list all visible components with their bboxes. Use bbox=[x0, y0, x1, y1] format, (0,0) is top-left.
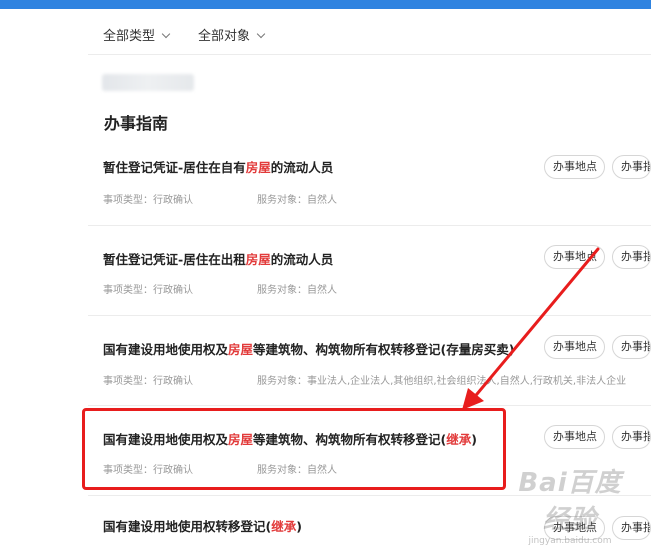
type-value: 行政确认 bbox=[153, 285, 193, 296]
location-button[interactable]: 办事地点 bbox=[544, 335, 605, 359]
target-label: 服务对象： bbox=[257, 195, 307, 206]
item-type: 事项类型：行政确认 bbox=[103, 372, 193, 387]
title-text: 国有建设用地使用权转移登记( bbox=[103, 519, 272, 534]
chevron-down-icon bbox=[161, 29, 171, 39]
target-value: 事业法人,企业法人,其他组织,社会组织法人,自然人,行政机关,非法人企业 bbox=[307, 376, 627, 387]
title-highlight: 房屋 bbox=[245, 160, 271, 175]
section-title: 办事指南 bbox=[104, 114, 169, 133]
item-target: 服务对象：事业法人,企业法人,其他组织,社会组织法人,自然人,行政机关,非法人企… bbox=[257, 372, 626, 387]
guide-button[interactable]: 办事指南 bbox=[612, 425, 651, 449]
target-filter-label: 全部对象 bbox=[198, 29, 251, 44]
title-text: ) bbox=[296, 519, 302, 534]
target-label: 服务对象： bbox=[257, 285, 307, 296]
location-button[interactable]: 办事地点 bbox=[544, 425, 605, 449]
title-text: 暂住登记凭证-居住在自有 bbox=[103, 160, 246, 175]
title-text: 暂住登记凭证-居住在出租 bbox=[103, 252, 246, 267]
list-item: 暂住登记凭证-居住在出租房屋的流动人员 事项类型：行政确认 服务对象：自然人 办… bbox=[88, 225, 651, 316]
annotation-highlight-box bbox=[82, 408, 506, 490]
target-value: 自然人 bbox=[307, 195, 337, 206]
item-title-link[interactable]: 暂住登记凭证-居住在出租房屋的流动人员 bbox=[103, 249, 333, 268]
title-text: 的流动人员 bbox=[270, 160, 334, 175]
blurred-breadcrumb bbox=[102, 74, 194, 91]
baidu-logo: Bai百度经验 bbox=[518, 468, 622, 535]
list-item: 暂住登记凭证-居住在自有房屋的流动人员 事项类型：行政确认 服务对象：自然人 办… bbox=[88, 135, 651, 226]
watermark: Bai百度经验 jingyan.baidu.com bbox=[505, 462, 635, 546]
type-value: 行政确认 bbox=[153, 195, 193, 206]
target-value: 自然人 bbox=[307, 285, 337, 296]
item-title-link[interactable]: 暂住登记凭证-居住在自有房屋的流动人员 bbox=[103, 157, 333, 176]
target-label: 服务对象： bbox=[257, 376, 307, 387]
item-type: 事项类型：行政确认 bbox=[103, 281, 193, 296]
location-button[interactable]: 办事地点 bbox=[544, 155, 605, 179]
title-highlight: 房屋 bbox=[245, 252, 271, 267]
filter-bar: 全部类型 全部对象 bbox=[88, 9, 651, 55]
guide-button[interactable]: 办事指南 bbox=[612, 335, 651, 359]
title-text: 国有建设用地使用权及 bbox=[103, 342, 229, 357]
type-label: 事项类型： bbox=[103, 285, 153, 296]
watermark-url: jingyan.baidu.com bbox=[528, 536, 612, 546]
item-type: 事项类型：行政确认 bbox=[103, 191, 193, 206]
target-filter-dropdown[interactable]: 全部对象 bbox=[198, 25, 266, 44]
type-filter-label: 全部类型 bbox=[103, 29, 156, 44]
type-value: 行政确认 bbox=[153, 376, 193, 387]
type-label: 事项类型： bbox=[103, 376, 153, 387]
title-text: 等建筑物、构筑物所有权转移登记(存量房买卖) bbox=[253, 342, 515, 357]
type-label: 事项类型： bbox=[103, 195, 153, 206]
top-header-bar bbox=[0, 0, 651, 9]
title-text: 的流动人员 bbox=[270, 252, 334, 267]
title-highlight: 继承 bbox=[271, 519, 297, 534]
location-button[interactable]: 办事地点 bbox=[544, 245, 605, 269]
type-filter-dropdown[interactable]: 全部类型 bbox=[103, 25, 171, 44]
item-target: 服务对象：自然人 bbox=[257, 281, 337, 296]
guide-button[interactable]: 办事指南 bbox=[612, 245, 651, 269]
item-title-link[interactable]: 国有建设用地使用权及房屋等建筑物、构筑物所有权转移登记(存量房买卖) bbox=[103, 339, 514, 358]
item-target: 服务对象：自然人 bbox=[257, 191, 337, 206]
title-highlight: 房屋 bbox=[228, 342, 254, 357]
list-item: 国有建设用地使用权及房屋等建筑物、构筑物所有权转移登记(存量房买卖) 事项类型：… bbox=[88, 315, 651, 406]
guide-button[interactable]: 办事指南 bbox=[612, 155, 651, 179]
chevron-down-icon bbox=[256, 29, 266, 39]
